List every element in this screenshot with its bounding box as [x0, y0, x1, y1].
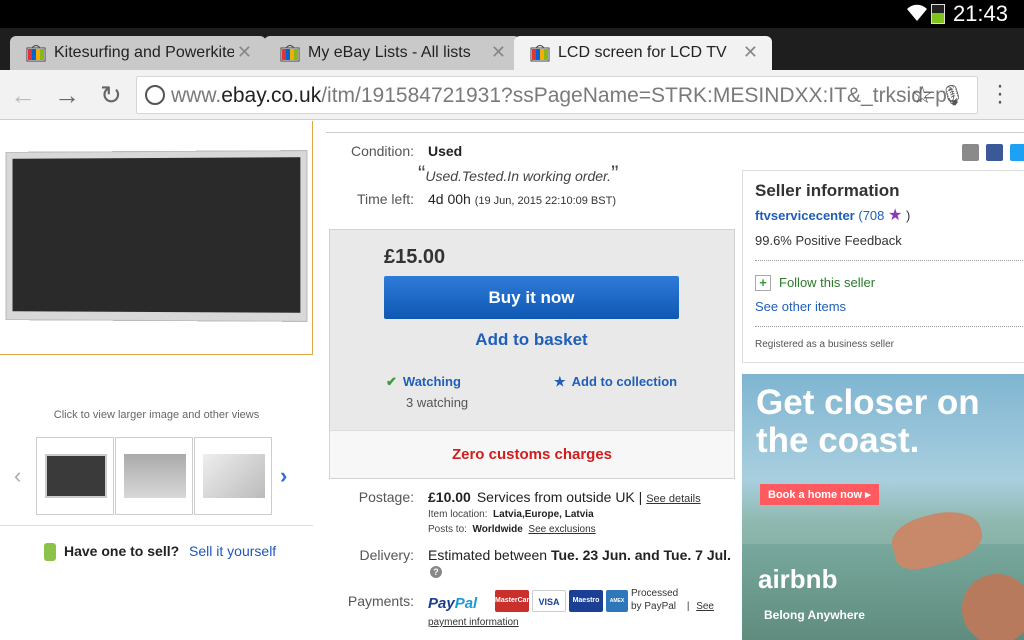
price: £15.00	[384, 246, 446, 268]
gallery-caption: Click to view larger image and other vie…	[53, 409, 260, 421]
facebook-share-icon[interactable]	[986, 144, 1003, 161]
tab-kitesurfing[interactable]: Kitesurfing and Powerkite ✕	[10, 36, 266, 70]
see-link[interactable]: See	[696, 601, 714, 612]
back-arrow-icon[interactable]: ←	[10, 80, 36, 111]
condition-note: “Used.Tested.In working order.”	[418, 161, 619, 186]
positive-feedback: 99.6% Positive Feedback	[755, 233, 902, 248]
thumbnail-3[interactable]	[194, 437, 272, 515]
battery-icon	[931, 4, 945, 24]
page-content: Click to view larger image and other vie…	[0, 121, 1024, 640]
buy-it-now-button[interactable]: Buy it now	[384, 276, 679, 319]
star-icon: ★	[554, 374, 566, 389]
see-exclusions-link[interactable]: See exclusions	[528, 524, 595, 535]
sell-it-yourself-link[interactable]: Sell it yourself	[189, 543, 276, 559]
visa-icon: VISA	[532, 590, 566, 612]
tab-ebay-lists[interactable]: My eBay Lists - All lists ✕	[264, 36, 520, 70]
seller-name-link[interactable]: ftvservicecenter	[755, 208, 855, 223]
help-icon[interactable]: ?	[430, 566, 442, 578]
bookmark-star-icon[interactable]: ☆	[911, 81, 933, 110]
microphone-icon[interactable]: 🎙	[940, 83, 965, 108]
posts-to: Posts to: Worldwide See exclusions	[428, 524, 596, 535]
feedback-star-icon: ★	[888, 207, 903, 224]
close-icon[interactable]: ✕	[237, 42, 252, 63]
airbnb-ad[interactable]: Get closer on the coast. Book a home now …	[742, 374, 1024, 640]
seller-information-panel: Seller information ftvservicecenter (708…	[742, 170, 1024, 363]
amex-icon: AMEX	[606, 590, 628, 612]
browser-toolbar: ← → ↻ www.ebay.co.uk/itm/191584721931?ss…	[0, 70, 1024, 120]
close-icon[interactable]: ✕	[491, 42, 506, 63]
watch-count: 3 watching	[406, 395, 469, 410]
airbnb-logo: airbnb	[758, 564, 838, 594]
main-product-image[interactable]	[0, 121, 313, 355]
see-other-items-link[interactable]: See other items	[755, 299, 846, 314]
ad-man-figure	[962, 574, 1024, 640]
tab-lcd-screen[interactable]: LCD screen for LCD TV ✕	[514, 36, 772, 70]
mastercard-icon: MasterCard	[495, 590, 534, 612]
chevron-right-icon[interactable]: ›	[280, 463, 287, 489]
condition-label: Condition:	[350, 143, 414, 159]
processed-by-paypal: Processed by PayPal | See	[631, 588, 714, 612]
reload-icon[interactable]: ↻	[100, 80, 122, 111]
delivery-value: Estimated between Tue. 23 Jun. and Tue. …	[428, 547, 731, 563]
divider	[755, 326, 1024, 327]
paypal-logo: PayPal	[428, 595, 478, 612]
item-location: Item location: Latvia,Europe, Latvia	[428, 509, 594, 520]
lcd-panel-image	[5, 150, 308, 322]
feedback-count-link[interactable]: 708	[863, 208, 885, 223]
divider	[755, 260, 1024, 261]
divider	[0, 525, 313, 526]
add-to-basket-button[interactable]: Add to basket	[384, 330, 679, 350]
follow-seller-button[interactable]: + Follow this seller	[755, 275, 875, 291]
delivery-label: Delivery:	[359, 547, 414, 563]
tab-label: LCD screen for LCD TV	[558, 44, 727, 61]
buy-box: £15.00 Buy it now Add to basket ✔ Watchin…	[329, 229, 735, 479]
seller-name: ftvservicecenter (708 ★ )	[755, 207, 911, 224]
thumbnail-1[interactable]	[36, 437, 114, 515]
add-to-collection-button[interactable]: ★ Add to collection	[554, 374, 677, 390]
address-bar[interactable]: www.ebay.co.uk/itm/191584721931?ssPageNa…	[136, 76, 978, 114]
time-left-label: Time left:	[356, 191, 414, 207]
url-text[interactable]: www.ebay.co.uk/itm/191584721931?ssPageNa…	[171, 84, 951, 108]
ad-book-button[interactable]: Book a home now ▸	[760, 484, 879, 505]
close-icon[interactable]: ✕	[743, 42, 758, 63]
ebay-favicon-icon	[26, 45, 46, 62]
status-bar: 21:43	[0, 0, 1024, 28]
time-left-value: 4d 00h (19 Jun, 2015 22:10:09 BST)	[428, 191, 616, 207]
see-details-link[interactable]: See details	[646, 493, 700, 505]
condition-value: Used	[428, 143, 463, 159]
divider	[326, 132, 1024, 133]
wifi-icon	[907, 4, 927, 22]
chevron-left-icon[interactable]: ‹	[14, 463, 21, 489]
postage-label: Postage:	[358, 489, 414, 505]
globe-icon	[145, 85, 165, 105]
thumbnail-2[interactable]	[115, 437, 193, 515]
tab-label: Kitesurfing and Powerkite	[54, 44, 234, 61]
ad-headline: Get closer on the coast.	[756, 383, 980, 460]
maestro-icon: Maestro	[569, 590, 603, 612]
payment-information-link[interactable]: payment information	[428, 617, 519, 628]
ebay-favicon-icon	[280, 45, 300, 62]
tab-strip: Kitesurfing and Powerkite ✕ My eBay List…	[0, 28, 1024, 92]
email-share-icon[interactable]	[962, 144, 979, 161]
checkmark-icon: ✔	[386, 374, 397, 389]
registered-business: Registered as a business seller	[755, 339, 894, 350]
watching-button[interactable]: ✔ Watching	[386, 374, 461, 390]
payments-label: Payments:	[347, 593, 414, 609]
ebay-favicon-icon	[530, 45, 550, 62]
twitter-share-icon[interactable]	[1010, 144, 1024, 161]
tab-label: My eBay Lists - All lists	[308, 44, 471, 61]
ad-tagline: Belong Anywhere	[764, 608, 865, 622]
customs-notice: Zero customs charges	[330, 430, 734, 478]
plus-icon: +	[755, 275, 771, 291]
overflow-menu-icon[interactable]: · · ·	[996, 74, 1004, 114]
forward-arrow-icon[interactable]: →	[54, 80, 80, 111]
sell-one-prompt: Have one to sell? Sell it yourself	[64, 543, 277, 559]
postage-value: £10.00 Services from outside UK | See det…	[428, 489, 701, 505]
seller-heading: Seller information	[755, 181, 900, 200]
status-time: 21:43	[952, 1, 1008, 26]
